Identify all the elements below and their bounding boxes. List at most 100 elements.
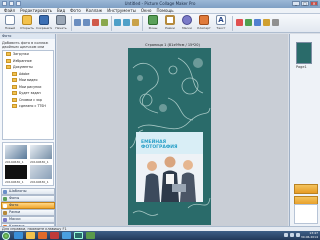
photo-thumbnail[interactable] [30, 145, 52, 159]
folder-icon [12, 84, 17, 89]
fit-page-icon[interactable] [132, 19, 139, 26]
redo-icon[interactable] [83, 19, 90, 26]
text-button[interactable]: A Текст [213, 15, 229, 32]
collage-maker-icon[interactable] [74, 232, 83, 239]
folder-icon [12, 104, 17, 109]
menu-view[interactable]: Вид [57, 8, 65, 13]
save-button[interactable]: Сохранить [36, 15, 52, 32]
mask-icon [3, 217, 7, 222]
opera-icon[interactable] [50, 232, 59, 239]
window-controls: _ □ × [292, 1, 318, 6]
menu-tools[interactable]: Инструменты [107, 8, 136, 13]
menu-help[interactable]: Помощь [157, 8, 174, 13]
clipart-icon [199, 15, 209, 25]
toolbar-separator [232, 16, 233, 31]
network-icon[interactable] [284, 233, 288, 237]
effect-icon[interactable] [245, 19, 252, 26]
photo-thumbnail[interactable] [5, 165, 27, 179]
photos-tab[interactable]: Фото [1, 202, 55, 209]
rotate-icon[interactable] [101, 19, 108, 26]
page-caption: Страница 1 (81x99см / 15*20) [145, 43, 200, 47]
folder-icon [6, 58, 11, 63]
close-button[interactable]: × [310, 1, 318, 6]
mask-icon [182, 15, 192, 25]
windows-taskbar: 13:47 30.06.2014 [0, 231, 320, 240]
menu-collage[interactable]: Коллаж [86, 8, 102, 13]
language-icon[interactable] [296, 233, 300, 237]
photo-icon [3, 203, 7, 208]
family-photo[interactable]: ЕМЕЙНАЯ ФОТОГРАФИЯ [136, 132, 203, 202]
frame-icon [165, 15, 175, 25]
preview-box [294, 204, 318, 224]
folder-open-icon [22, 15, 32, 25]
menu-file[interactable]: Файл [4, 8, 15, 13]
frames-tab[interactable]: Рамки [1, 209, 55, 216]
page-label: Page1 [296, 65, 307, 69]
backgrounds-tab[interactable]: Фоны [1, 195, 55, 202]
align-icon[interactable] [263, 19, 270, 26]
collage-page[interactable]: ЕМЕЙНАЯ ФОТОГРАФИЯ [128, 48, 211, 225]
templates-button[interactable]: Шаблоны [1, 188, 55, 195]
menu-photo[interactable]: Фото [70, 8, 81, 13]
panel-header: Фото [0, 34, 55, 39]
minimize-button[interactable]: _ [292, 1, 300, 6]
background-icon [148, 15, 158, 25]
skype-icon[interactable] [62, 232, 71, 239]
text-icon: A [216, 15, 226, 25]
page-thumbnail[interactable] [296, 42, 312, 64]
photo-thumbnail[interactable] [30, 165, 52, 179]
photo-title: ЕМЕЙНАЯ ФОТОГРАФИЯ [141, 140, 178, 150]
layer-icon[interactable] [254, 19, 261, 26]
title-bar: Untitled - Picture Collage Maker Pro _ □… [0, 0, 320, 8]
print-button[interactable]: Печать [53, 15, 69, 32]
folder-icon [12, 71, 17, 76]
app-icon[interactable] [86, 232, 95, 239]
toolbar-separator [71, 16, 72, 31]
maximize-button[interactable]: □ [301, 1, 309, 6]
new-document-icon [5, 15, 15, 25]
pages-panel: Page1 [289, 34, 320, 226]
clipart-button[interactable]: Клипарт [196, 15, 212, 32]
zoom-in-icon[interactable] [114, 19, 121, 26]
crop-icon[interactable] [236, 19, 243, 26]
templates-icon [3, 189, 7, 194]
folder-tree[interactable]: Загрузки Избранное Документы Adobe Мои в… [2, 50, 54, 140]
folder-icon [6, 52, 11, 57]
background-icon [3, 196, 7, 201]
floppy-disk-icon [39, 15, 49, 25]
new-button[interactable]: Новый [2, 15, 18, 32]
menu-edit[interactable]: Редактировать [20, 8, 52, 13]
folder-icon [12, 91, 17, 96]
explorer-icon[interactable] [26, 232, 35, 239]
folder-icon [6, 65, 11, 70]
collage-canvas-area: Страница 1 (81x99см / 15*20) ЕМЕЙНАЯ ФОТ… [57, 34, 288, 226]
tree-item[interactable]: сделано с TTSH [3, 103, 53, 110]
ie-icon[interactable] [14, 232, 23, 239]
settings-icon[interactable] [272, 19, 279, 26]
delete-icon[interactable] [92, 19, 99, 26]
photo-thumbnail[interactable] [5, 145, 27, 159]
menu-window[interactable]: Окно [141, 8, 152, 13]
open-button[interactable]: Открыть [19, 15, 35, 32]
main-toolbar: Новый Открыть Сохранить Печать Фоны Рамк… [0, 14, 320, 33]
photo-browser-panel: Фото Добавить фото в коллаж двойным щелч… [0, 34, 56, 237]
properties-header[interactable] [294, 184, 318, 194]
frame-icon [3, 210, 7, 215]
clock[interactable]: 13:47 30.06.2014 [301, 231, 318, 239]
undo-icon[interactable] [74, 19, 81, 26]
volume-icon[interactable] [290, 233, 294, 237]
zoom-out-icon[interactable] [123, 19, 130, 26]
masks-button[interactable]: Маски [179, 15, 195, 32]
backgrounds-button[interactable]: Фоны [145, 15, 161, 32]
toolbar-separator [142, 16, 143, 31]
printer-icon [56, 15, 66, 25]
start-button[interactable] [2, 231, 10, 240]
toolbar-separator [111, 16, 112, 31]
folder-icon [12, 97, 17, 102]
media-player-icon[interactable] [38, 232, 47, 239]
frames-button[interactable]: Рамки [162, 15, 178, 32]
system-tray [284, 233, 300, 237]
masks-tab[interactable]: Маски [1, 216, 55, 223]
folder-icon [12, 78, 17, 83]
photo-thumbnails: 20140630_1 20140630_1 20140630_1 2014063… [2, 142, 54, 186]
